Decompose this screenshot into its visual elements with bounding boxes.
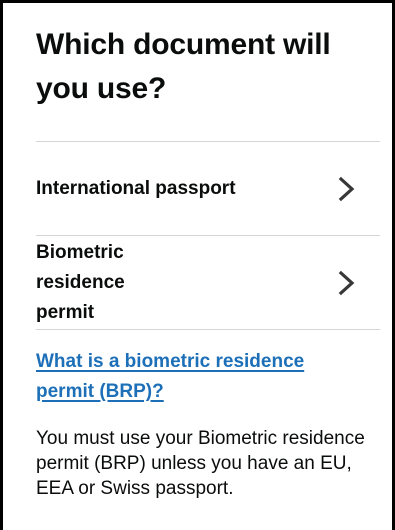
divider-bottom [36,329,380,330]
brp-help-link[interactable]: What is a biometric residence permit (BR… [36,347,356,407]
page-title: Which document will you use? [36,28,331,105]
option-biometric-residence-permit[interactable]: Biometric residence permit [36,236,380,329]
chevron-right-icon [338,176,355,201]
chevron-right-icon [338,270,355,295]
brp-info-text: You must use your Biometric residence pe… [36,428,365,499]
option-label: International passport [36,177,236,199]
app-screen: Which document will you use? Internation… [0,0,395,530]
option-international-passport[interactable]: International passport [36,142,380,235]
option-label: Biometric residence permit [36,241,125,323]
